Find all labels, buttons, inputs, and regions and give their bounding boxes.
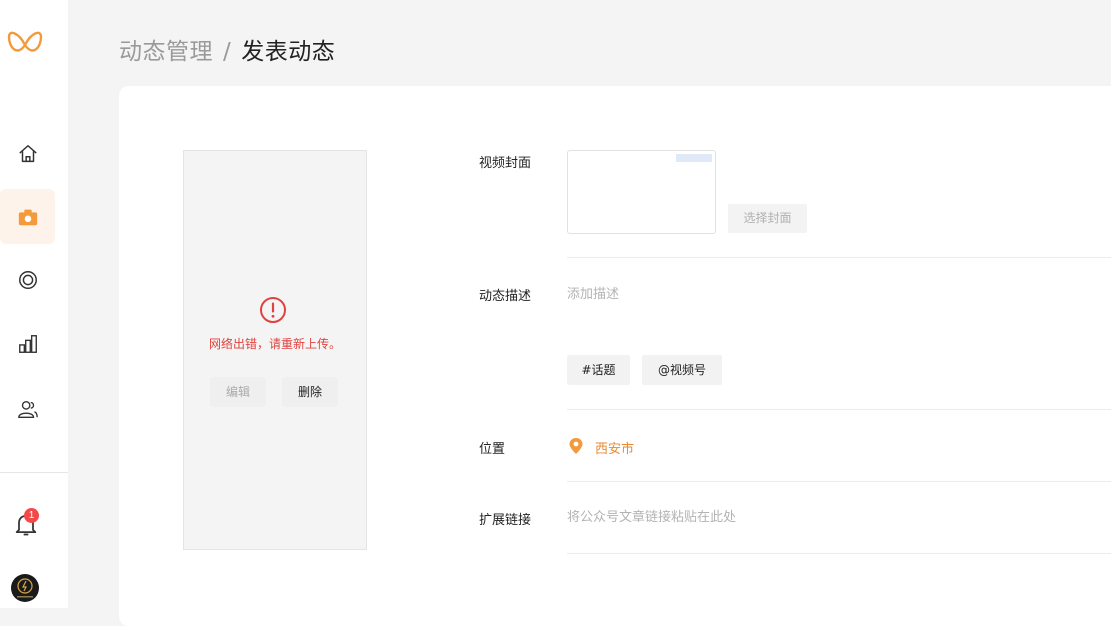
delete-video-button[interactable]: 删除 — [282, 377, 338, 407]
description-input[interactable] — [567, 283, 1067, 305]
add-topic-button[interactable]: #话题 — [567, 355, 630, 385]
select-cover-button[interactable]: 选择封面 — [728, 204, 807, 233]
sidebar-item-home[interactable] — [0, 126, 55, 181]
breadcrumb: 动态管理 / 发表动态 — [119, 32, 335, 66]
extended-link-input[interactable] — [567, 506, 1067, 528]
cover-preview[interactable] — [567, 150, 716, 234]
cover-thumbnail — [676, 154, 712, 162]
mention-channel-button[interactable]: @视频号 — [642, 355, 722, 385]
description-label: 动态描述 — [479, 289, 532, 304]
sidebar-item-users[interactable] — [0, 381, 55, 436]
location-pin-icon — [569, 438, 583, 454]
avatar[interactable] — [11, 574, 39, 602]
divider — [567, 553, 1111, 554]
users-icon — [17, 400, 38, 418]
sidebar: 1 — [0, 0, 68, 608]
sidebar-item-camera[interactable] — [0, 189, 55, 244]
divider — [567, 409, 1111, 410]
home-icon — [18, 144, 37, 162]
divider — [567, 481, 1111, 482]
app-logo-icon — [7, 31, 43, 52]
bar-chart-icon — [18, 334, 37, 353]
breadcrumb-parent[interactable]: 动态管理 — [119, 39, 213, 65]
sidebar-item-stats[interactable] — [0, 316, 55, 371]
location-value[interactable]: 西安市 — [595, 438, 634, 457]
camera-icon — [18, 209, 37, 225]
sidebar-item-live[interactable] — [0, 252, 55, 307]
error-icon — [260, 297, 286, 323]
page-title: 发表动态 — [241, 39, 336, 65]
location-label: 位置 — [479, 442, 506, 457]
notification-badge: 1 — [24, 508, 39, 523]
live-circle-icon — [18, 270, 37, 289]
avatar-image-icon — [17, 578, 33, 598]
divider — [567, 257, 1111, 258]
edit-video-button[interactable]: 编辑 — [210, 377, 266, 407]
sidebar-divider — [0, 472, 68, 473]
link-label: 扩展链接 — [479, 513, 532, 528]
upload-error-message: 网络出错，请重新上传。 — [208, 337, 341, 351]
cover-label: 视频封面 — [479, 156, 532, 171]
breadcrumb-separator: / — [223, 39, 232, 65]
